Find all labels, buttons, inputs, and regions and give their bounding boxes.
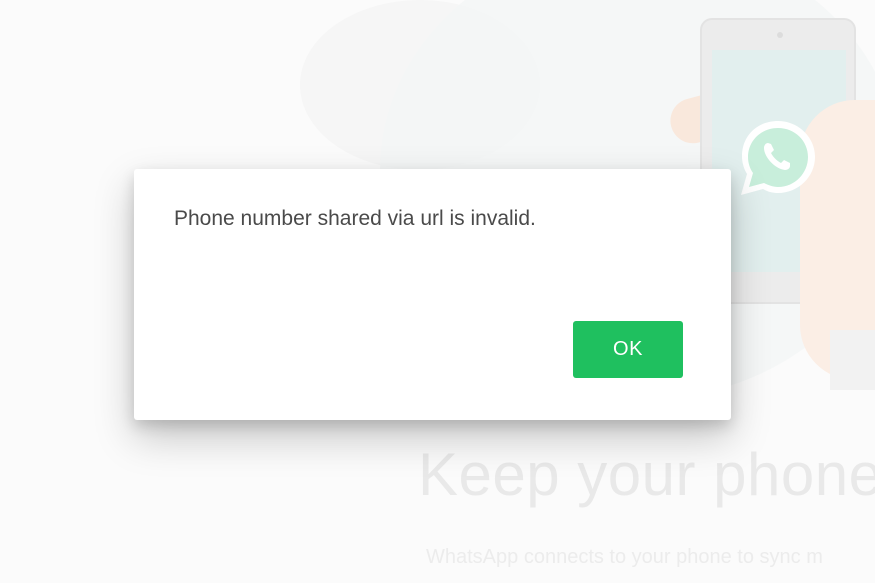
page: Keep your phone c WhatsApp connects to y… (0, 0, 875, 583)
background-subtext: WhatsApp connects to your phone to sync … (426, 546, 823, 568)
phone-camera (777, 32, 783, 38)
ok-button[interactable]: OK (573, 321, 683, 378)
sleeve-illustration (830, 330, 875, 390)
background-heading: Keep your phone c (418, 441, 875, 508)
alert-dialog: Phone number shared via url is invalid. … (134, 169, 731, 420)
dialog-message: Phone number shared via url is invalid. (174, 207, 536, 230)
whatsapp-logo-icon (741, 121, 815, 195)
